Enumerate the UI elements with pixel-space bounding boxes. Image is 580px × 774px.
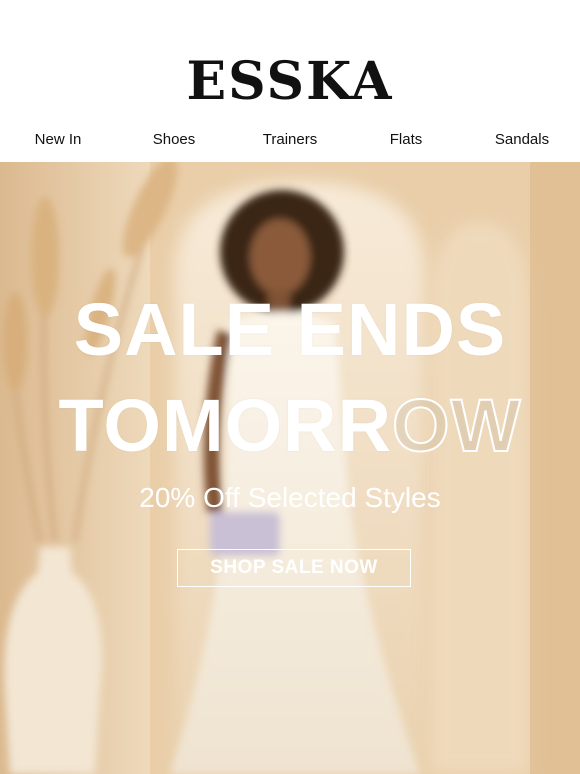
nav-item-sandals[interactable]: Sandals [495, 128, 549, 152]
shop-sale-now-button[interactable]: SHOP SALE NOW [177, 549, 411, 587]
nav-item-trainers[interactable]: Trainers [263, 128, 317, 152]
nav-item-new-in[interactable]: New In [35, 128, 82, 152]
category-nav: New In Shoes Trainers Flats Sandals [0, 128, 580, 152]
brand-logo[interactable]: ESSKA [0, 52, 580, 112]
email-header: ESSKA New In Shoes Trainers Flats Sandal… [0, 0, 580, 162]
headline-line-1: SALE ENDS [73, 288, 507, 371]
headline-line-2: TOMORROW [0, 384, 580, 467]
hero-image [0, 162, 580, 774]
nav-item-flats[interactable]: Flats [390, 128, 423, 152]
nav-item-shoes[interactable]: Shoes [153, 128, 196, 152]
hero-banner[interactable]: SALE ENDS TOMORROW 20% Off Selected Styl… [0, 162, 580, 774]
headline-solid-text: TOMORR [58, 384, 393, 467]
subheadline: 20% Off Selected Styles [139, 482, 441, 513]
headline-outline-text: OW [391, 384, 522, 467]
